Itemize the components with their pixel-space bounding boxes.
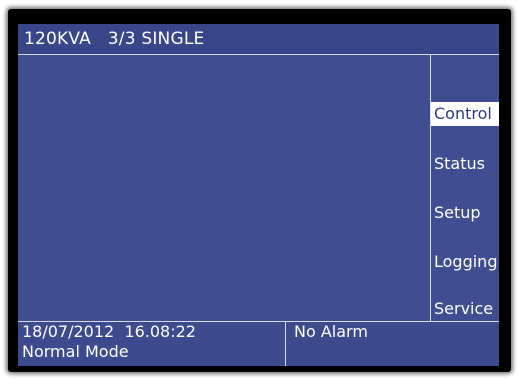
status-bar: 18/07/2012 16.08:22 Normal Mode No Alarm: [18, 321, 499, 366]
side-menu: Control Status Setup Logging Service: [431, 55, 499, 321]
main-content-area: [18, 55, 430, 321]
date-time-readout: 18/07/2012 16.08:22: [22, 322, 196, 341]
menu-item-status[interactable]: Status: [431, 152, 499, 176]
menu-item-logging[interactable]: Logging: [431, 250, 499, 274]
title-bar: 120KVA 3/3 SINGLE: [18, 24, 499, 55]
operating-mode: Normal Mode: [22, 342, 129, 361]
device-title: 120KVA 3/3 SINGLE: [24, 29, 205, 49]
menu-item-setup[interactable]: Setup: [431, 201, 499, 225]
alarm-status: No Alarm: [294, 322, 368, 341]
menu-item-service[interactable]: Service: [431, 297, 499, 321]
status-datetime-panel: 18/07/2012 16.08:22 Normal Mode: [18, 322, 286, 366]
menu-item-control[interactable]: Control: [431, 102, 499, 126]
ups-display-screen: 120KVA 3/3 SINGLE Control Status Setup L…: [18, 24, 499, 366]
